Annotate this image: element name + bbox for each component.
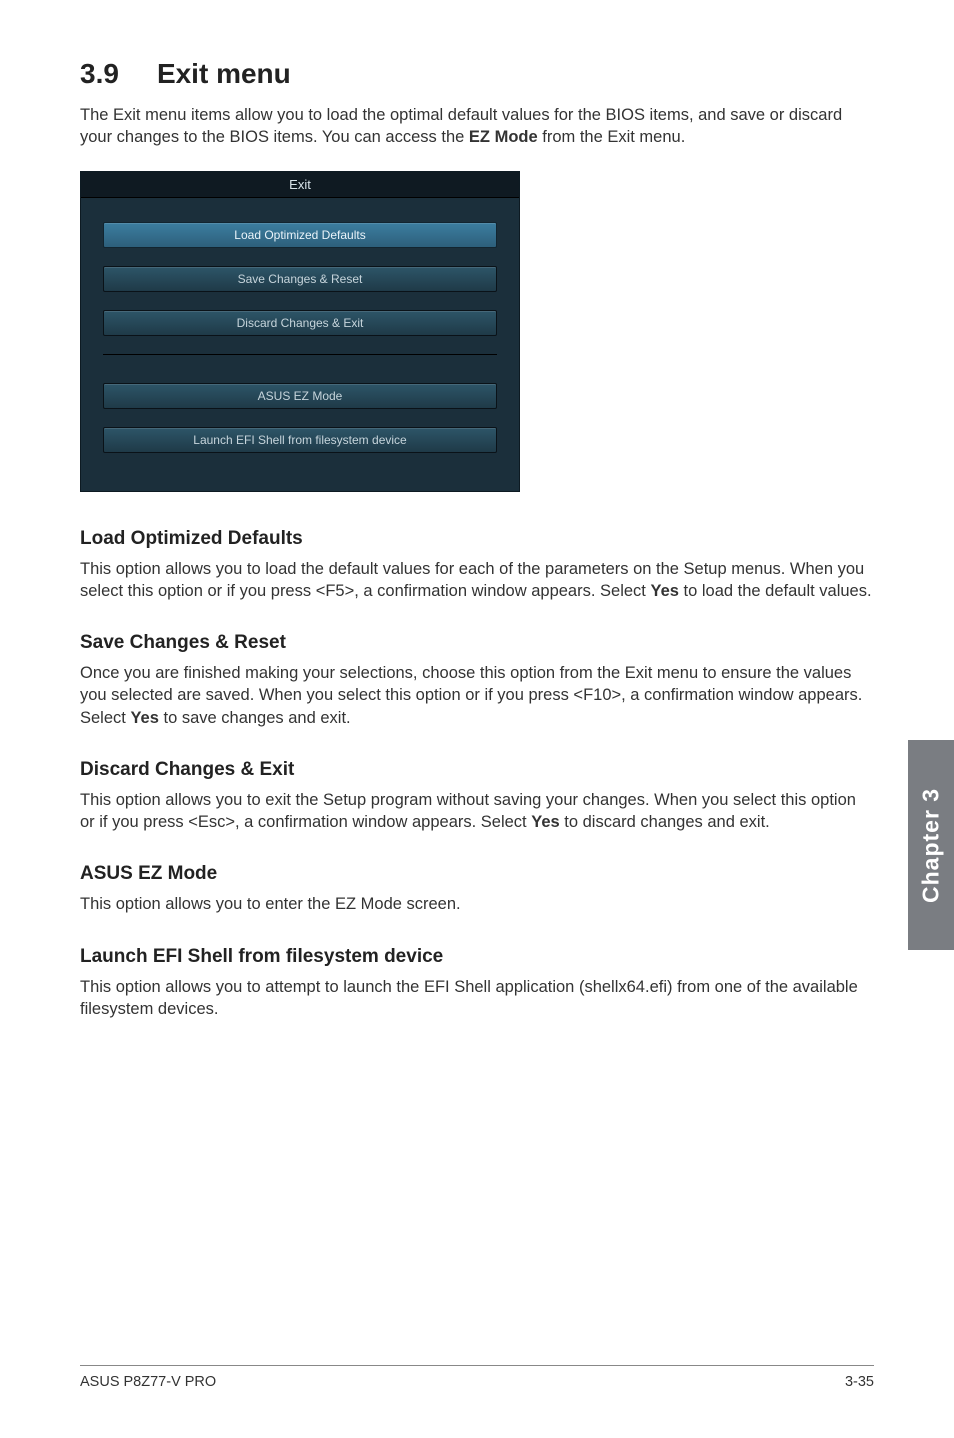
section-title-load-defaults: Load Optimized Defaults [80,528,874,550]
section-title-save-reset: Save Changes & Reset [80,632,874,654]
bios-asus-ez-mode-button[interactable]: ASUS EZ Mode [103,383,497,409]
heading-number: 3.9 [80,58,119,90]
heading-title: Exit menu [157,58,291,90]
intro-bold: EZ Mode [469,128,538,146]
page-heading: 3.9 Exit menu [80,58,874,90]
bold-yes: Yes [650,582,678,600]
bios-button-group: Load Optimized Defaults Save Changes & R… [81,198,519,453]
text: to save changes and exit. [159,709,351,727]
bios-exit-panel: Exit Load Optimized Defaults Save Change… [80,171,520,492]
section-title-ez-mode: ASUS EZ Mode [80,863,874,885]
page-footer: ASUS P8Z77-V PRO 3-35 [80,1365,874,1390]
section-title-discard-exit: Discard Changes & Exit [80,759,874,781]
text: to load the default values. [679,582,872,600]
section-para-save-reset: Once you are finished making your select… [80,662,874,729]
section-para-ez-mode: This option allows you to enter the EZ M… [80,893,874,915]
section-para-discard-exit: This option allows you to exit the Setup… [80,789,874,834]
section-para-launch-efi: This option allows you to attempt to lau… [80,976,874,1021]
bios-launch-efi-shell-button[interactable]: Launch EFI Shell from filesystem device [103,427,497,453]
bios-load-optimized-defaults-button[interactable]: Load Optimized Defaults [103,222,497,248]
footer-page-number: 3-35 [845,1374,874,1390]
intro-text-1: The Exit menu items allow you to load th… [80,106,842,146]
bios-save-changes-reset-button[interactable]: Save Changes & Reset [103,266,497,292]
text: to discard changes and exit. [560,813,770,831]
section-para-load-defaults: This option allows you to load the defau… [80,558,874,603]
bold-yes: Yes [130,709,158,727]
bios-divider [103,354,497,355]
chapter-tab: Chapter 3 [908,740,954,950]
bold-yes: Yes [531,813,559,831]
footer-product: ASUS P8Z77-V PRO [80,1374,216,1390]
intro-paragraph: The Exit menu items allow you to load th… [80,104,874,149]
bios-discard-changes-exit-button[interactable]: Discard Changes & Exit [103,310,497,336]
section-title-launch-efi: Launch EFI Shell from filesystem device [80,946,874,968]
intro-text-2: from the Exit menu. [538,128,686,146]
bios-tab-exit[interactable]: Exit [81,172,519,198]
